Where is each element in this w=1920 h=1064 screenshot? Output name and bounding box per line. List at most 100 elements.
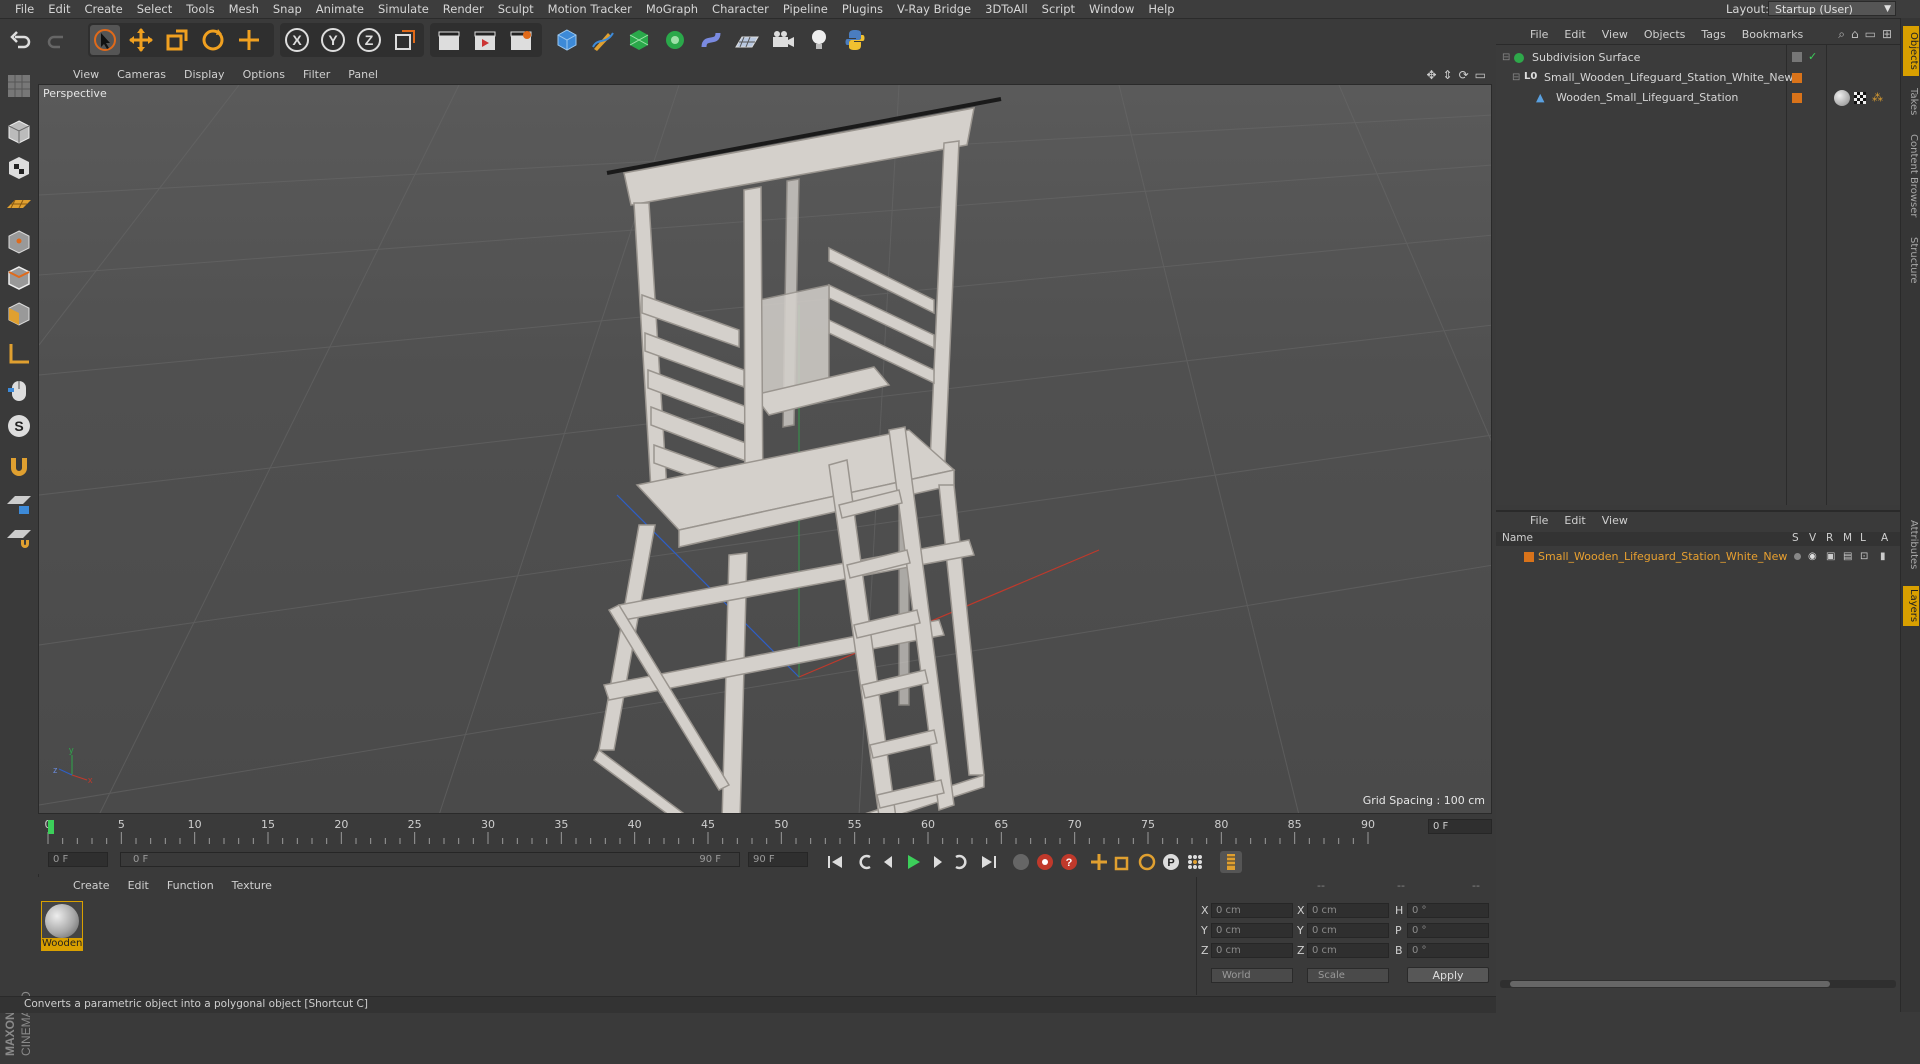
new-window-icon[interactable]: ⊞ (1882, 27, 1892, 42)
material-menu-function[interactable]: Function (158, 879, 223, 892)
render-picture-viewer-button[interactable] (470, 25, 500, 55)
horizontal-scrollbar[interactable] (1500, 980, 1896, 988)
viewport-menu-cameras[interactable]: Cameras (108, 68, 175, 81)
python-button[interactable] (840, 25, 870, 55)
layer-menu-edit[interactable]: Edit (1556, 514, 1593, 527)
material-swatch[interactable]: Wooden (41, 901, 83, 951)
collapse-icon[interactable]: ⊟ (1502, 52, 1510, 63)
range-slider[interactable]: 0 F 90 F (120, 852, 740, 867)
tab-takes[interactable]: Takes (1903, 82, 1919, 122)
checkmark-icon[interactable]: ✓ (1808, 50, 1817, 63)
auto-key-button[interactable]: ? (1058, 851, 1080, 873)
camera-button[interactable] (768, 25, 798, 55)
floor-button[interactable] (732, 25, 762, 55)
texture-mode-button[interactable] (3, 152, 35, 184)
timeline-ruler[interactable]: 051015202530354045505560657075808590 0 F (38, 814, 1492, 848)
rot-h-field[interactable]: 0 ° (1407, 903, 1489, 918)
menu-mesh[interactable]: Mesh (222, 1, 266, 17)
rot-p-field[interactable]: 0 ° (1407, 923, 1489, 938)
record-button[interactable] (1034, 851, 1056, 873)
scale-tool-button[interactable] (162, 25, 192, 55)
layer-color-icon[interactable] (1792, 73, 1802, 83)
axis-mode-button[interactable] (3, 338, 35, 370)
layer-menu-file[interactable]: File (1522, 514, 1556, 527)
object-menu-file[interactable]: File (1522, 28, 1556, 41)
menu-tools[interactable]: Tools (179, 1, 221, 17)
x-axis-button[interactable]: X (282, 25, 312, 55)
size-x-field[interactable]: 0 cm (1307, 903, 1389, 918)
end-frame-field[interactable]: 90 F (748, 852, 808, 867)
object-row[interactable]: ⊟ L0 Small_Wooden_Lifeguard_Station_Whit… (1496, 69, 1900, 87)
menu-window[interactable]: Window (1082, 1, 1141, 17)
menu-3dtoall[interactable]: 3DToAll (978, 1, 1035, 17)
planar-workplane-button[interactable] (3, 522, 35, 554)
menu-character[interactable]: Character (705, 1, 776, 17)
menu-mograph[interactable]: MoGraph (639, 1, 705, 17)
light-button[interactable] (804, 25, 834, 55)
key-rotation-button[interactable] (1136, 851, 1158, 873)
pos-x-field[interactable]: 0 cm (1211, 903, 1293, 918)
menu-simulate[interactable]: Simulate (371, 1, 436, 17)
tweak-mode-button[interactable] (3, 374, 35, 406)
menu-script[interactable]: Script (1035, 1, 1082, 17)
pos-y-field[interactable]: 0 cm (1211, 923, 1293, 938)
previous-key-button[interactable] (854, 851, 876, 873)
key-pla-button[interactable] (1184, 851, 1206, 873)
pan-view-icon[interactable]: ✥ (1426, 68, 1436, 82)
cloner-button[interactable] (660, 25, 690, 55)
go-to-start-button[interactable] (824, 851, 846, 873)
play-button[interactable] (902, 851, 924, 873)
undo-button[interactable] (6, 25, 36, 55)
object-menu-bookmarks[interactable]: Bookmarks (1734, 28, 1811, 41)
current-frame-field[interactable]: 0 F (1428, 819, 1492, 834)
tab-structure[interactable]: Structure (1903, 230, 1919, 290)
tab-objects[interactable]: Objects (1903, 26, 1919, 76)
next-key-button[interactable] (950, 851, 972, 873)
animation-toggle-icon[interactable]: ▮ (1880, 551, 1886, 562)
rotate-tool-button[interactable] (198, 25, 228, 55)
y-axis-button[interactable]: Y (318, 25, 348, 55)
zoom-view-icon[interactable]: ⇕ (1443, 68, 1453, 82)
menu-sculpt[interactable]: Sculpt (491, 1, 541, 17)
tab-layers[interactable]: Layers (1903, 586, 1919, 626)
layer-row[interactable]: Small_Wooden_Lifeguard_Station_White_New… (1496, 548, 1900, 566)
apply-button[interactable]: Apply (1407, 967, 1489, 983)
cube-button[interactable] (552, 25, 582, 55)
visibility-toggle-icon[interactable] (1792, 52, 1802, 62)
start-frame-field[interactable]: 0 F (48, 852, 108, 867)
material-menu-edit[interactable]: Edit (119, 879, 158, 892)
3d-viewport[interactable]: y x z Perspective Grid Spacing : 100 cm (38, 84, 1492, 814)
object-menu-view[interactable]: View (1594, 28, 1636, 41)
magnet-button[interactable] (3, 450, 35, 482)
material-menu-create[interactable]: Create (64, 879, 119, 892)
playhead[interactable] (48, 820, 54, 834)
size-z-field[interactable]: 0 cm (1307, 943, 1389, 958)
menu-v-ray-bridge[interactable]: V-Ray Bridge (890, 1, 978, 17)
select-tool-button[interactable] (90, 25, 120, 55)
menu-create[interactable]: Create (78, 1, 130, 17)
solo-toggle-icon[interactable] (1794, 553, 1801, 560)
next-frame-button[interactable] (926, 851, 948, 873)
object-menu-objects[interactable]: Objects (1636, 28, 1694, 41)
model-mode-button[interactable] (3, 116, 35, 148)
menu-motion-tracker[interactable]: Motion Tracker (541, 1, 639, 17)
viewport-menu-view[interactable]: View (64, 68, 108, 81)
viewport-menu-display[interactable]: Display (175, 68, 234, 81)
material-menu-texture[interactable]: Texture (223, 879, 281, 892)
pos-z-field[interactable]: 0 cm (1211, 943, 1293, 958)
rotate-view-icon[interactable]: ⟳ (1459, 68, 1469, 82)
texture-tag-icon[interactable] (1854, 92, 1866, 104)
eye-icon[interactable]: ◉ (1808, 551, 1817, 562)
menu-render[interactable]: Render (436, 1, 491, 17)
make-editable-button[interactable] (3, 70, 35, 102)
render-toggle-icon[interactable]: ▣ (1826, 551, 1835, 562)
lock-workplane-button[interactable] (3, 488, 35, 520)
object-row[interactable]: ⊟ Subdivision Surface ✓ (1496, 49, 1900, 67)
minimize-icon[interactable]: ▭ (1865, 27, 1876, 42)
home-icon[interactable]: ⌂ (1851, 27, 1859, 42)
manager-toggle-icon[interactable]: ▤ (1843, 551, 1852, 562)
layer-color-icon[interactable] (1524, 552, 1534, 562)
z-axis-button[interactable]: Z (354, 25, 384, 55)
menu-file[interactable]: File (8, 1, 41, 17)
menu-snap[interactable]: Snap (266, 1, 309, 17)
